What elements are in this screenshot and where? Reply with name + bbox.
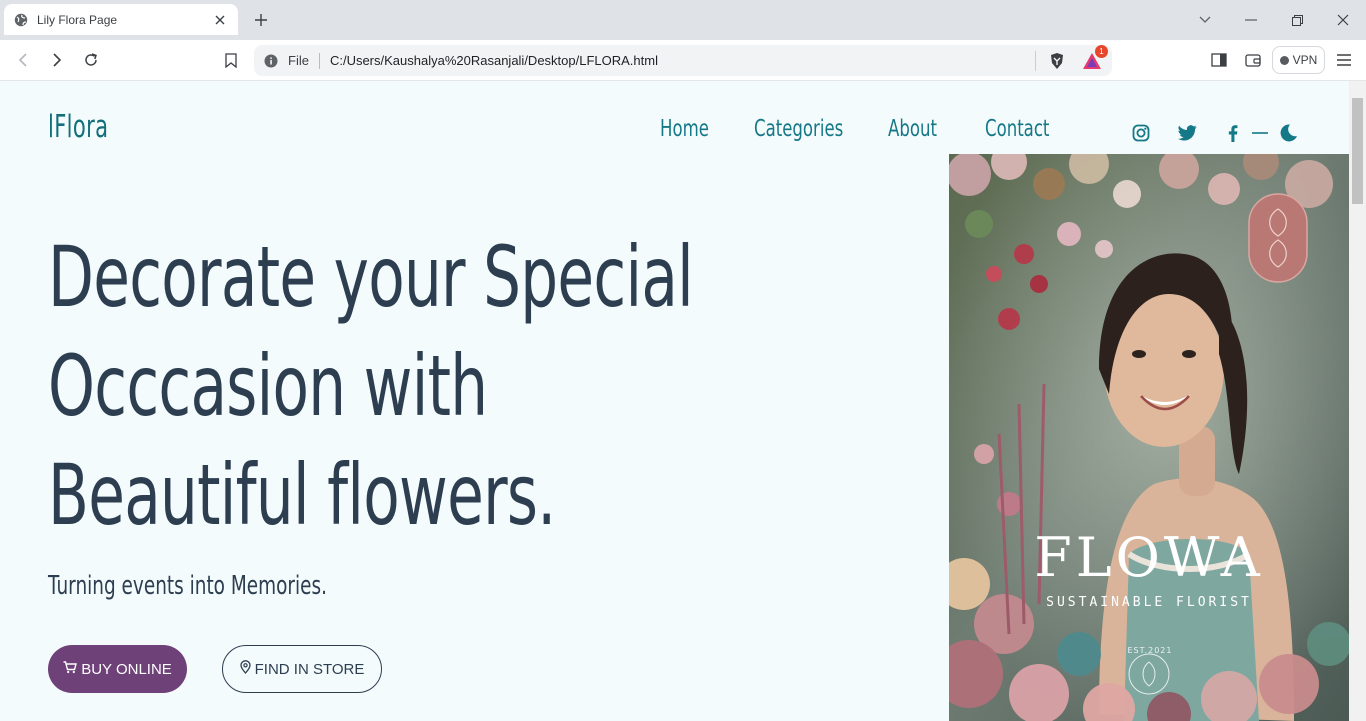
- globe-icon: [14, 13, 28, 27]
- close-window-icon[interactable]: [1333, 10, 1353, 30]
- rewards-badge: 1: [1095, 44, 1108, 58]
- map-pin-icon: [239, 660, 251, 678]
- site-info-icon[interactable]: [264, 54, 278, 68]
- hero-florist-image: FLOWA SUSTAINABLE FLORIST EST.2021: [949, 154, 1349, 721]
- menu-icon[interactable]: [1334, 50, 1354, 70]
- find-in-store-button[interactable]: FIND IN STORE: [222, 645, 382, 693]
- url-scheme: File: [288, 53, 309, 68]
- vpn-label: VPN: [1292, 53, 1318, 67]
- wallet-icon[interactable]: [1243, 50, 1263, 70]
- browser-tab[interactable]: Lily Flora Page: [4, 4, 238, 35]
- url-right-divider: [1035, 50, 1036, 71]
- established-label: EST.2021: [1127, 646, 1173, 655]
- nav-home[interactable]: Home: [660, 116, 709, 142]
- hero-title: Decorate your Special Occcasion with Bea…: [48, 228, 694, 544]
- brand-tagline: SUSTAINABLE FLORIST: [1046, 595, 1252, 610]
- back-icon[interactable]: [13, 50, 33, 70]
- buy-online-button[interactable]: BUY ONLINE: [48, 645, 187, 693]
- url-divider: [318, 52, 320, 69]
- page-viewport: lFlora Home Categories About Contact Dec…: [0, 81, 1349, 721]
- brand-overlay: FLOWA SUSTAINABLE FLORIST: [949, 526, 1349, 610]
- brand-name: FLOWA: [1034, 526, 1264, 589]
- buy-online-label: BUY ONLINE: [81, 660, 172, 678]
- site-logo[interactable]: lFlora: [48, 109, 108, 145]
- nav-categories[interactable]: Categories: [754, 116, 843, 142]
- sidebar-toggle-icon[interactable]: [1209, 50, 1229, 70]
- brave-rewards-icon[interactable]: 1: [1082, 44, 1108, 70]
- hero-subtitle: Turning events into Memories.: [48, 571, 327, 601]
- bookmark-icon[interactable]: [221, 50, 241, 70]
- moon-icon[interactable]: [1278, 123, 1298, 143]
- restore-icon[interactable]: [1287, 10, 1307, 30]
- page-scrollbar[interactable]: [1349, 81, 1366, 721]
- reload-icon[interactable]: [81, 50, 101, 70]
- brave-shield-icon[interactable]: [1048, 52, 1066, 70]
- find-in-store-label: FIND IN STORE: [254, 660, 365, 678]
- dash-icon: [1250, 123, 1270, 143]
- instagram-icon[interactable]: [1131, 123, 1151, 143]
- tab-search-chevron-icon[interactable]: [1195, 10, 1215, 30]
- tab-title: Lily Flora Page: [37, 12, 118, 27]
- cart-icon: [63, 660, 78, 678]
- vpn-status-icon: [1279, 55, 1289, 65]
- scrollbar-thumb[interactable]: [1352, 98, 1363, 204]
- new-tab-icon[interactable]: [251, 10, 271, 30]
- vpn-button[interactable]: VPN: [1272, 46, 1325, 74]
- browser-tabstrip: Lily Flora Page: [0, 0, 1366, 40]
- minimize-icon[interactable]: [1241, 10, 1261, 30]
- nav-about[interactable]: About: [888, 116, 937, 142]
- twitter-icon[interactable]: [1177, 123, 1197, 143]
- url-text[interactable]: C:/Users/Kaushalya%20Rasanjali/Desktop/L…: [330, 53, 1035, 68]
- address-bar[interactable]: File C:/Users/Kaushalya%20Rasanjali/Desk…: [254, 44, 1112, 76]
- browser-toolbar: File C:/Users/Kaushalya%20Rasanjali/Desk…: [0, 40, 1366, 81]
- forward-icon[interactable]: [47, 50, 67, 70]
- close-tab-icon[interactable]: [212, 12, 228, 28]
- nav-contact[interactable]: Contact: [985, 116, 1049, 142]
- facebook-icon[interactable]: [1223, 123, 1243, 143]
